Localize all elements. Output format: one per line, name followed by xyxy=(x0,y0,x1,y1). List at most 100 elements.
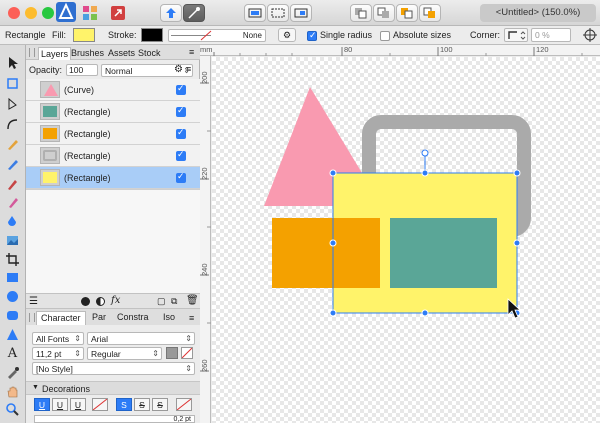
underline-button[interactable]: U xyxy=(34,398,50,411)
character-panel-menu-icon[interactable]: ≡ xyxy=(189,313,194,323)
font-name-select[interactable]: Arial xyxy=(87,332,195,345)
rectangle-tool-icon[interactable] xyxy=(5,270,20,285)
export-persona-icon[interactable] xyxy=(110,5,126,21)
tab-paragraph[interactable]: Par xyxy=(88,311,110,325)
pencil-tool-icon[interactable] xyxy=(5,157,20,172)
resize-handle-t[interactable] xyxy=(421,169,429,177)
layer-visibility-checkbox[interactable] xyxy=(176,127,186,139)
place-image-tool-icon[interactable] xyxy=(5,233,20,248)
fill-swatch[interactable] xyxy=(73,28,95,42)
transparency-tool-icon[interactable] xyxy=(5,214,20,229)
move-tool-icon[interactable] xyxy=(5,55,20,70)
text-stroke-swatch[interactable] xyxy=(181,347,193,359)
fill-tool-icon[interactable] xyxy=(5,195,20,210)
layer-visibility-checkbox[interactable] xyxy=(176,149,186,161)
strike-style-button[interactable]: S xyxy=(152,398,168,411)
view-tool-hand-icon[interactable] xyxy=(5,384,20,399)
triangle-tool-icon[interactable] xyxy=(5,327,20,342)
corner-tool-icon[interactable] xyxy=(5,117,20,132)
corner-type-select[interactable] xyxy=(504,28,528,42)
layer-row[interactable]: (Curve) xyxy=(26,79,200,101)
crop-tool-icon[interactable] xyxy=(5,252,20,267)
arrange-back-button[interactable] xyxy=(350,4,372,22)
designer-persona-icon[interactable] xyxy=(56,2,76,22)
stroke-swatch[interactable] xyxy=(141,28,163,42)
font-collection-select[interactable]: All Fonts xyxy=(32,332,84,345)
disclosure-triangle-icon[interactable]: ▼ xyxy=(32,384,39,391)
opacity-field[interactable]: 100 xyxy=(66,64,98,76)
zoom-tool-icon[interactable] xyxy=(5,402,20,417)
align-left-button[interactable] xyxy=(244,4,266,22)
arrange-front-button[interactable] xyxy=(419,4,441,22)
arrange-backward-button[interactable] xyxy=(373,4,395,22)
add-layer-icon[interactable]: ▢ xyxy=(157,296,166,307)
delete-layer-trash-icon[interactable]: 🗑 xyxy=(186,295,199,306)
tab-constraints[interactable]: Constra xyxy=(113,311,153,325)
strikethrough-button[interactable]: S xyxy=(116,398,132,411)
mask-icon[interactable] xyxy=(81,297,90,306)
font-style-select[interactable]: Regular xyxy=(87,347,162,360)
layer-visibility-checkbox[interactable] xyxy=(176,83,186,95)
layer-row[interactable]: (Rectangle) xyxy=(26,101,200,123)
node-tool-icon[interactable] xyxy=(5,97,20,112)
color-picker-tool-icon[interactable] xyxy=(5,365,20,380)
decorations-header[interactable]: ▼ Decorations xyxy=(26,381,200,395)
resize-handle-l[interactable] xyxy=(329,239,337,247)
share-button[interactable] xyxy=(160,4,182,22)
effects-fx-icon[interactable]: fx xyxy=(111,295,120,306)
corner-radius-field[interactable]: 0 % xyxy=(531,28,571,42)
align-right-button[interactable] xyxy=(290,4,312,22)
text-color-swatch[interactable] xyxy=(166,347,178,359)
resize-handle-b[interactable] xyxy=(421,309,429,317)
minimize-window-button[interactable] xyxy=(25,7,37,19)
close-window-button[interactable] xyxy=(8,7,20,19)
snapping-target-icon[interactable] xyxy=(583,28,597,42)
absolute-sizes-checkbox[interactable] xyxy=(380,31,390,41)
tab-layers[interactable]: Layers xyxy=(38,47,72,60)
stroke-width-field[interactable]: None xyxy=(168,29,266,42)
layer-settings-gear-icon[interactable]: ⚙ xyxy=(174,64,183,75)
zoom-window-button[interactable] xyxy=(42,7,54,19)
adjustment-icon[interactable] xyxy=(96,297,105,306)
strike-color-none-button[interactable] xyxy=(176,398,192,411)
stroke-settings-button[interactable]: ⚙ xyxy=(278,28,296,42)
duplicate-layer-icon[interactable]: ⧉ xyxy=(171,296,177,307)
resize-handle-tr[interactable] xyxy=(513,169,521,177)
tab-brushes[interactable]: Brushes xyxy=(69,47,106,60)
single-radius-checkbox[interactable] xyxy=(307,30,317,41)
underline-color-none-button[interactable] xyxy=(92,398,108,411)
tab-character[interactable]: Character xyxy=(36,311,86,325)
arrange-forward-button[interactable] xyxy=(396,4,418,22)
layer-row[interactable]: (Rectangle) xyxy=(26,145,200,167)
font-size-field[interactable]: 11,2 pt xyxy=(32,347,84,360)
snapping-button[interactable] xyxy=(183,4,205,22)
layer-menu-icon[interactable]: ≡ xyxy=(186,64,191,74)
panel-menu-icon[interactable]: ≡ xyxy=(189,47,194,57)
double-underline-button[interactable]: U xyxy=(52,398,68,411)
tab-iso[interactable]: Iso xyxy=(159,311,179,325)
rotation-handle[interactable] xyxy=(421,149,429,157)
layer-stack-icon[interactable]: ☰ xyxy=(29,296,38,307)
double-strikethrough-button[interactable]: S xyxy=(134,398,150,411)
pen-tool-icon[interactable] xyxy=(5,137,20,152)
vector-brush-tool-icon[interactable] xyxy=(5,176,20,191)
strikethrough-underline-button[interactable]: U xyxy=(70,398,86,411)
resize-handle-bl[interactable] xyxy=(329,309,337,317)
layer-visibility-checkbox[interactable] xyxy=(176,171,186,183)
layer-visibility-checkbox[interactable] xyxy=(176,105,186,117)
text-style-select[interactable]: [No Style] xyxy=(32,362,195,375)
tab-assets[interactable]: Assets xyxy=(106,47,137,60)
rounded-rectangle-tool-icon[interactable] xyxy=(5,308,20,323)
pixel-persona-icon[interactable] xyxy=(82,5,98,21)
artboard-tool-icon[interactable] xyxy=(5,76,20,91)
artistic-text-tool-icon[interactable]: A xyxy=(5,346,20,361)
ellipse-tool-icon[interactable] xyxy=(5,289,20,304)
resize-handle-r[interactable] xyxy=(513,239,521,247)
tab-stock[interactable]: Stock xyxy=(136,47,163,60)
layer-row[interactable]: (Rectangle) xyxy=(26,123,200,145)
align-center-button[interactable] xyxy=(267,4,289,22)
orange-rectangle[interactable] xyxy=(272,218,380,288)
line-weight-field[interactable]: 0,2 pt xyxy=(34,415,195,423)
layer-row[interactable]: (Rectangle) xyxy=(26,167,200,189)
teal-rectangle[interactable] xyxy=(390,218,497,288)
